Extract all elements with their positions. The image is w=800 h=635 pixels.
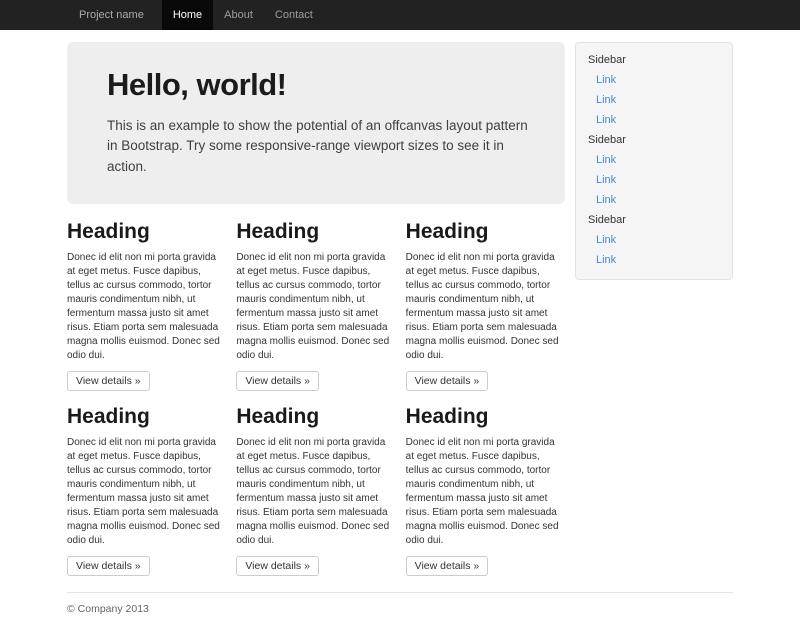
page-title: Hello, world! xyxy=(107,67,535,103)
card-heading: Heading xyxy=(67,405,226,429)
sidebar-link[interactable]: Link xyxy=(576,90,732,110)
jumbotron-description: This is an example to show the potential… xyxy=(107,116,535,177)
view-details-button[interactable]: View details » xyxy=(236,371,319,391)
sidebar: Sidebar Link Link Link Sidebar Link Link… xyxy=(575,30,733,280)
card-heading: Heading xyxy=(67,220,226,244)
card-text: Donec id elit non mi porta gravida at eg… xyxy=(236,436,395,548)
footer: © Company 2013 xyxy=(67,592,733,635)
sidebar-header: Sidebar xyxy=(576,210,732,230)
card-heading: Heading xyxy=(236,405,395,429)
card: Heading Donec id elit non mi porta gravi… xyxy=(67,405,226,576)
nav-item-home[interactable]: Home xyxy=(162,0,213,30)
sidebar-link[interactable]: Link xyxy=(576,170,732,190)
navbar-menu: Home About Contact xyxy=(162,0,324,30)
sidebar-link[interactable]: Link xyxy=(576,230,732,250)
card-text: Donec id elit non mi porta gravida at eg… xyxy=(406,251,565,363)
card: Heading Donec id elit non mi porta gravi… xyxy=(236,405,395,576)
card-heading: Heading xyxy=(406,405,565,429)
jumbotron: Hello, world! This is an example to show… xyxy=(67,42,565,204)
sidebar-link[interactable]: Link xyxy=(576,150,732,170)
view-details-button[interactable]: View details » xyxy=(236,556,319,576)
card-heading: Heading xyxy=(236,220,395,244)
sidebar-group: Sidebar Link Link Link xyxy=(576,130,732,210)
card-text: Donec id elit non mi porta gravida at eg… xyxy=(67,436,226,548)
sidebar-link[interactable]: Link xyxy=(576,110,732,130)
card: Heading Donec id elit non mi porta gravi… xyxy=(406,405,565,576)
card: Heading Donec id elit non mi porta gravi… xyxy=(406,220,565,391)
cards-row-1: Heading Donec id elit non mi porta gravi… xyxy=(67,220,565,391)
sidebar-well: Sidebar Link Link Link Sidebar Link Link… xyxy=(575,42,733,280)
view-details-button[interactable]: View details » xyxy=(406,556,489,576)
footer-divider xyxy=(67,592,733,593)
navbar-brand[interactable]: Project name xyxy=(67,0,158,30)
nav-item-about[interactable]: About xyxy=(213,0,264,30)
view-details-button[interactable]: View details » xyxy=(406,371,489,391)
view-details-button[interactable]: View details » xyxy=(67,556,150,576)
card: Heading Donec id elit non mi porta gravi… xyxy=(67,220,226,391)
sidebar-link[interactable]: Link xyxy=(576,190,732,210)
sidebar-group: Sidebar Link Link Link xyxy=(576,50,732,130)
card-text: Donec id elit non mi porta gravida at eg… xyxy=(406,436,565,548)
view-details-button[interactable]: View details » xyxy=(67,371,150,391)
nav-item-contact[interactable]: Contact xyxy=(264,0,324,30)
card-heading: Heading xyxy=(406,220,565,244)
card-text: Donec id elit non mi porta gravida at eg… xyxy=(236,251,395,363)
main-content: Hello, world! This is an example to show… xyxy=(67,30,565,576)
navbar: Project name Home About Contact xyxy=(0,0,800,30)
sidebar-link[interactable]: Link xyxy=(576,70,732,90)
cards-row-2: Heading Donec id elit non mi porta gravi… xyxy=(67,405,565,576)
sidebar-header: Sidebar xyxy=(576,130,732,150)
sidebar-header: Sidebar xyxy=(576,50,732,70)
copyright-text: © Company 2013 xyxy=(67,603,733,635)
sidebar-group: Sidebar Link Link xyxy=(576,210,732,270)
page-container: Hello, world! This is an example to show… xyxy=(67,30,733,635)
sidebar-link[interactable]: Link xyxy=(576,250,732,270)
card-text: Donec id elit non mi porta gravida at eg… xyxy=(67,251,226,363)
card: Heading Donec id elit non mi porta gravi… xyxy=(236,220,395,391)
